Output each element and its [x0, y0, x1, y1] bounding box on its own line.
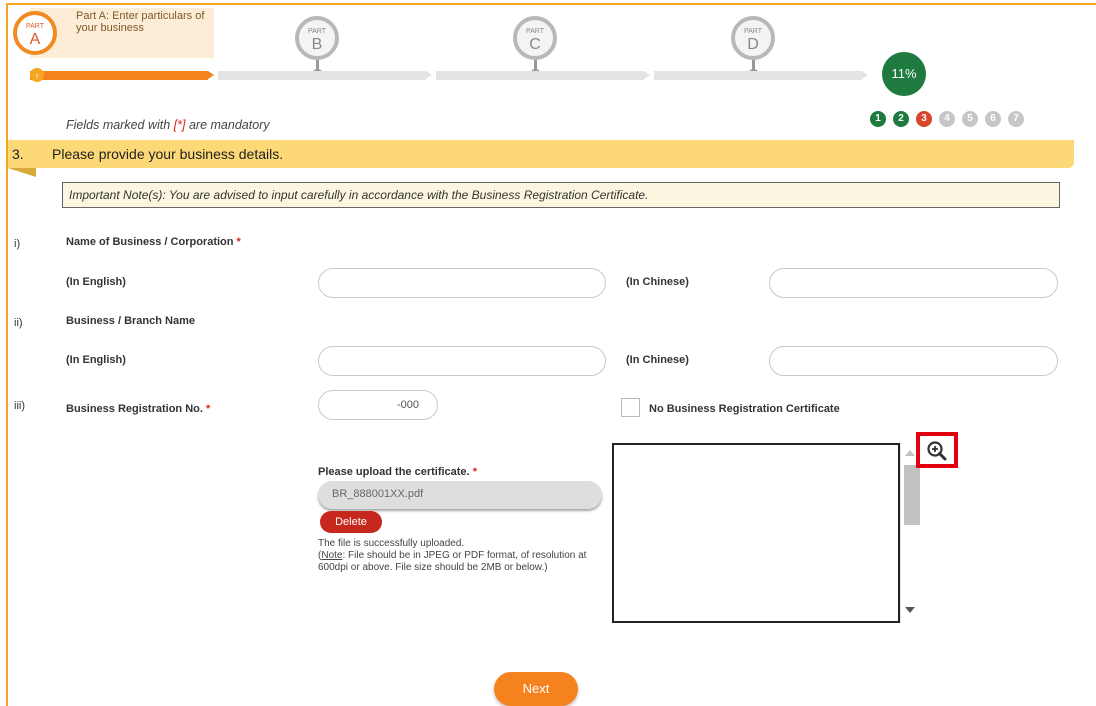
branch-name-english-input[interactable] [318, 346, 606, 376]
progress-arrow-c [644, 71, 650, 79]
business-name-label: Name of Business / Corporation * [66, 236, 241, 248]
part-c-label: PART [525, 28, 545, 35]
br-number-input[interactable]: -000 [318, 390, 438, 420]
upload-note-label: Note [321, 550, 343, 561]
part-d-label: PART [743, 28, 763, 35]
br-number-label: Business Registration No. * [66, 403, 210, 415]
required-marker: * [472, 466, 477, 478]
upload-label-text: Please upload the certificate. [318, 466, 470, 478]
next-button[interactable]: Next [494, 672, 578, 706]
business-name-chinese-input[interactable] [769, 268, 1058, 298]
branch-name-label: Business / Branch Name [66, 315, 195, 327]
business-name-english-label: (In English) [66, 276, 126, 288]
part-a-description: Part A: Enter particulars of your busine… [76, 10, 205, 34]
certificate-preview[interactable] [612, 443, 900, 623]
part-c-step[interactable]: PART C [513, 16, 557, 60]
progress-bar-fill [30, 71, 208, 80]
item-iii-number: iii) [14, 400, 25, 412]
mandatory-suffix: are mandatory [185, 118, 270, 132]
uploaded-file-field[interactable]: BR_888001XX.pdf [318, 481, 602, 509]
progress-arrow-b [426, 71, 432, 79]
required-marker: * [236, 236, 241, 248]
page-frame-top [6, 3, 1096, 5]
mandatory-prefix: Fields marked with [66, 118, 174, 132]
br-number-label-text: Business Registration No. [66, 403, 203, 415]
section-title: Please provide your business details. [52, 146, 284, 162]
no-brc-checkbox[interactable] [621, 398, 640, 417]
scroll-up-icon[interactable] [905, 450, 915, 456]
mandatory-note: Fields marked with [*] are mandatory [66, 118, 270, 132]
zoom-in-icon[interactable] [926, 440, 948, 462]
part-a-letter: A [29, 31, 41, 48]
branch-name-chinese-label: (In Chinese) [626, 354, 689, 366]
part-b-step[interactable]: PART B [295, 16, 339, 60]
part-b-letter: B [311, 36, 323, 53]
business-name-english-input[interactable] [318, 268, 606, 298]
progress-fill-arrow [208, 71, 214, 79]
progress-bar-segment-d [654, 71, 862, 80]
scroll-down-icon[interactable] [905, 607, 915, 613]
part-d-step[interactable]: PART D [731, 16, 775, 60]
part-c-letter: C [529, 36, 541, 53]
step-7: 7 [1008, 111, 1024, 127]
step-2[interactable]: 2 [893, 111, 909, 127]
branch-name-english-label: (In English) [66, 354, 126, 366]
upload-status: The file is successfully uploaded. (Note… [318, 538, 598, 574]
important-note: Important Note(s): You are advised to in… [62, 182, 1060, 208]
branch-name-chinese-input[interactable] [769, 346, 1058, 376]
progress-bar-segment-b [218, 71, 426, 80]
progress-bar-segment-c [436, 71, 644, 80]
business-name-chinese-label: (In Chinese) [626, 276, 689, 288]
part-b-label: PART [307, 28, 327, 35]
page-frame-left [6, 3, 8, 706]
upload-success-text: The file is successfully uploaded. [318, 538, 465, 549]
scrollbar-thumb[interactable] [904, 465, 920, 525]
section-number: 3. [12, 146, 24, 162]
upload-label: Please upload the certificate. * [318, 466, 477, 478]
part-a-step[interactable]: PART A [13, 11, 57, 55]
item-ii-number: ii) [14, 317, 23, 329]
part-d-letter: D [747, 36, 759, 53]
step-indicator: 1 2 3 4 5 6 7 [870, 111, 1024, 127]
delete-button[interactable]: Delete [320, 511, 382, 533]
item-i-number: i) [14, 238, 21, 250]
step-4: 4 [939, 111, 955, 127]
step-6: 6 [985, 111, 1001, 127]
section-ribbon-fold [8, 168, 36, 177]
mandatory-marker: [*] [173, 118, 186, 132]
progress-arrow-d [862, 71, 868, 79]
step-1[interactable]: 1 [870, 111, 886, 127]
upload-note-text: : File should be in JPEG or PDF format, … [318, 550, 587, 573]
progress-percent: 11% [882, 52, 926, 96]
part-a-label: PART [25, 23, 45, 30]
step-3[interactable]: 3 [916, 111, 932, 127]
step-5: 5 [962, 111, 978, 127]
business-name-label-text: Name of Business / Corporation [66, 236, 234, 248]
progress-start-icon: › [30, 68, 44, 82]
no-brc-label: No Business Registration Certificate [649, 403, 840, 415]
required-marker: * [205, 403, 211, 415]
